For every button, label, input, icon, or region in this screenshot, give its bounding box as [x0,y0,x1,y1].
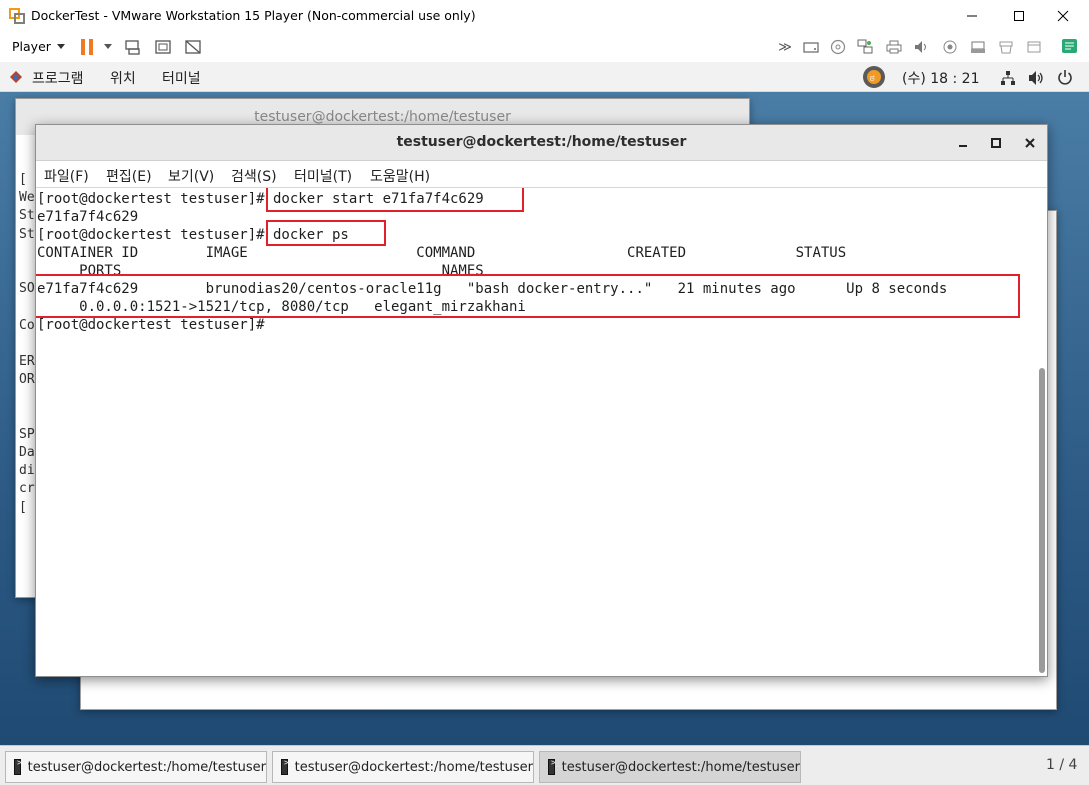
forward-icon[interactable]: ≫ [776,38,794,56]
minimize-icon [967,15,977,17]
taskbar-window-label: testuser@dockertest:/home/testuser [27,759,266,775]
highlight-docker-start [266,188,524,212]
menu-edit[interactable]: 편집(E) [106,166,152,186]
close-icon [1025,138,1035,148]
pause-dropdown-icon[interactable] [99,38,117,56]
send-ctrl-alt-del-icon[interactable] [124,38,142,56]
menu-terminal[interactable]: 터미널 [162,68,201,88]
minimize-button[interactable] [949,0,995,32]
vm-titlebar: DockerTest - VMware Workstation 15 Playe… [0,0,1089,32]
gnome-top-bar: 프로그램 위치 터미널 ಠ (수) 18 : 21 [0,62,1089,92]
message-log-icon[interactable] [1061,38,1079,56]
menu-applications[interactable]: 프로그램 [32,68,84,88]
close-icon [1057,10,1069,22]
vm-window-title: DockerTest - VMware Workstation 15 Playe… [31,8,476,23]
applications-icon [10,71,22,83]
terminal-scrollbar[interactable] [1039,368,1045,673]
vmware-logo-icon [9,8,25,24]
menu-search[interactable]: 검색(S) [231,166,277,186]
minimize-icon [959,145,967,147]
terminal-menubar: 파일(F) 편집(E) 보기(V) 검색(S) 터미널(T) 도움말(H) [36,161,1047,188]
vm-toolbar: Player ≫ [0,32,1089,62]
maximize-button[interactable] [996,0,1042,32]
maximize-icon [1014,11,1024,21]
usb-device-icon[interactable] [997,38,1015,56]
hard-disk-icon[interactable] [802,38,820,56]
desktop: testuser@dockertest:/home/testuser [ r W… [0,92,1089,745]
terminal-window[interactable]: testuser@dockertest:/home/testuser 파일(F)… [35,124,1048,677]
terminal-title: testuser@dockertest:/home/testuser [396,134,687,150]
menu-view[interactable]: 보기(V) [168,166,214,186]
player-menu-label: Player [12,39,51,54]
usb-device-icon[interactable] [969,38,987,56]
terminal-line: [root@dockertest testuser]# [37,317,265,333]
clock[interactable]: (수) 18 : 21 [902,68,980,88]
terminal-icon [281,758,293,775]
menu-file[interactable]: 파일(F) [44,166,89,186]
printer-icon[interactable] [885,38,903,56]
terminal-line: e71fa7f4c629 [37,209,139,225]
chevron-down-icon [56,43,65,49]
sound-card-icon[interactable] [912,38,930,56]
unity-icon[interactable] [184,38,202,56]
taskbar-window[interactable]: testuser@dockertest:/home/testuser [272,751,534,783]
terminal-icon [548,758,560,775]
volume-icon[interactable] [1028,70,1044,86]
terminal-icon [14,758,26,775]
taskbar-window[interactable]: testuser@dockertest:/home/testuser [5,751,267,783]
terminal-close-button[interactable] [1020,133,1040,153]
terminal-minimize-button[interactable] [953,133,973,153]
player-menu[interactable]: Player [12,39,65,54]
removable-device-icon[interactable] [1025,38,1043,56]
network-icon[interactable] [1000,70,1016,86]
maximize-icon [991,138,1001,148]
cd-dvd-icon[interactable] [829,38,847,56]
taskbar-window-active[interactable]: testuser@dockertest:/home/testuser [539,751,801,783]
highlight-container-row [36,274,1020,318]
network-adapter-icon[interactable] [856,38,874,56]
workspace-indicator[interactable]: 1 / 4 [1046,757,1077,773]
menu-terminal-options[interactable]: 터미널(T) [294,166,352,186]
highlight-docker-ps [266,220,386,246]
fit-guest-icon[interactable] [154,38,172,56]
pause-icon[interactable] [78,38,96,56]
taskbar-window-label: testuser@dockertest:/home/testuser [294,759,533,775]
terminal-line: CONTAINER ID IMAGE COMMAND CREATED STATU… [37,245,847,261]
menu-places[interactable]: 위치 [110,68,136,88]
taskbar-window-label: testuser@dockertest:/home/testuser [561,759,800,775]
camera-icon[interactable] [941,38,959,56]
taskbar: testuser@dockertest:/home/testuser testu… [0,745,1089,785]
svg-text:ಠ: ಠ [870,73,875,84]
input-method-icon[interactable]: ಠ [862,65,886,89]
close-button[interactable] [1040,0,1086,32]
terminal-output[interactable]: [root@dockertest testuser]# docker start… [36,188,1039,676]
terminal-titlebar: testuser@dockertest:/home/testuser [36,125,1047,161]
terminal-maximize-button[interactable] [986,133,1006,153]
menu-help[interactable]: 도움말(H) [370,166,430,186]
power-icon[interactable] [1057,69,1073,85]
